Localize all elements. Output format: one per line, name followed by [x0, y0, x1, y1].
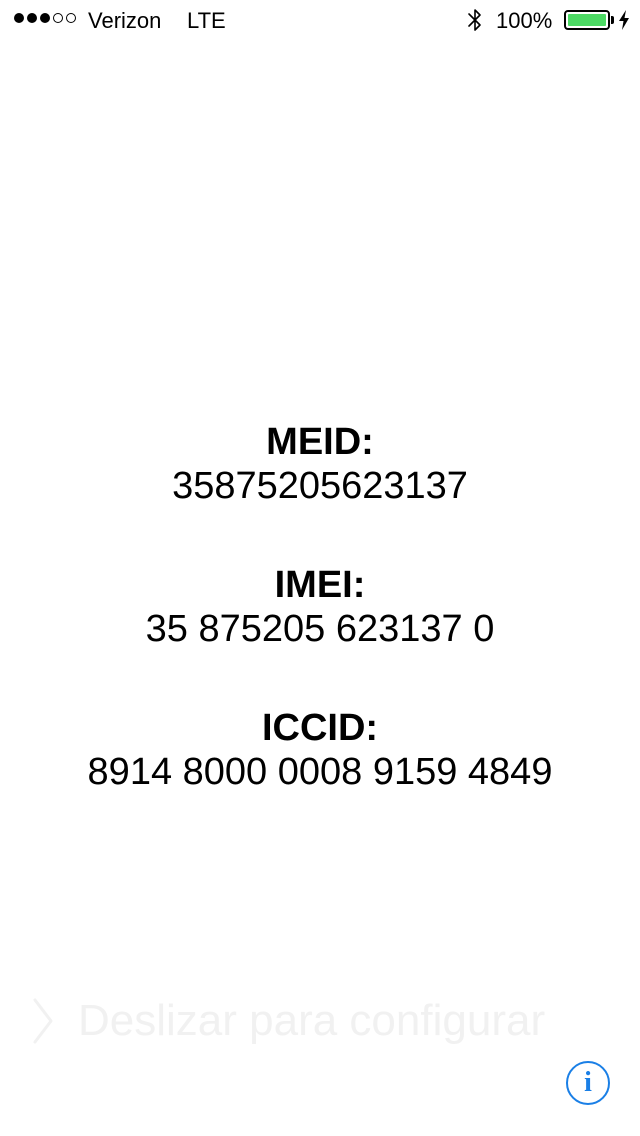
signal-dot: [40, 13, 50, 23]
slide-to-setup-label: Deslizar para configurar: [78, 996, 546, 1045]
info-icon: i: [584, 1067, 592, 1098]
signal-dot: [27, 13, 37, 23]
imei-value: 35 875205 623137 0: [145, 608, 495, 650]
bolt-icon: [619, 10, 629, 30]
battery-percentage: 100%: [496, 8, 553, 33]
iccid-value: 8914 8000 0008 9159 4849: [87, 751, 553, 793]
battery-icon: [564, 10, 610, 30]
imei-section: IMEI: 35 875205 623137 0: [0, 563, 640, 651]
iccid-label: ICCID:: [261, 707, 379, 749]
bluetooth-icon: [468, 9, 481, 31]
signal-dot: [53, 13, 63, 23]
carrier-name: Verizon: [88, 8, 162, 33]
signal-dot: [14, 13, 24, 23]
meid-value: 35875205623137: [172, 465, 468, 507]
status-bar: Verizon LTE 100%: [0, 0, 640, 40]
battery-tip: [611, 16, 614, 24]
slide-to-setup[interactable]: Deslizar para configurar: [30, 994, 590, 1048]
chevron-right-icon: [33, 998, 53, 1044]
meid-section: MEID: 35875205623137: [0, 420, 640, 508]
battery-level: [568, 14, 606, 26]
signal-strength-icon: [14, 13, 76, 23]
info-button[interactable]: i: [566, 1061, 610, 1105]
network-type: LTE: [187, 8, 226, 33]
iccid-section: ICCID: 8914 8000 0008 9159 4849: [0, 706, 640, 794]
imei-label: IMEI:: [274, 564, 366, 606]
meid-label: MEID:: [266, 421, 374, 463]
signal-dot: [66, 13, 76, 23]
